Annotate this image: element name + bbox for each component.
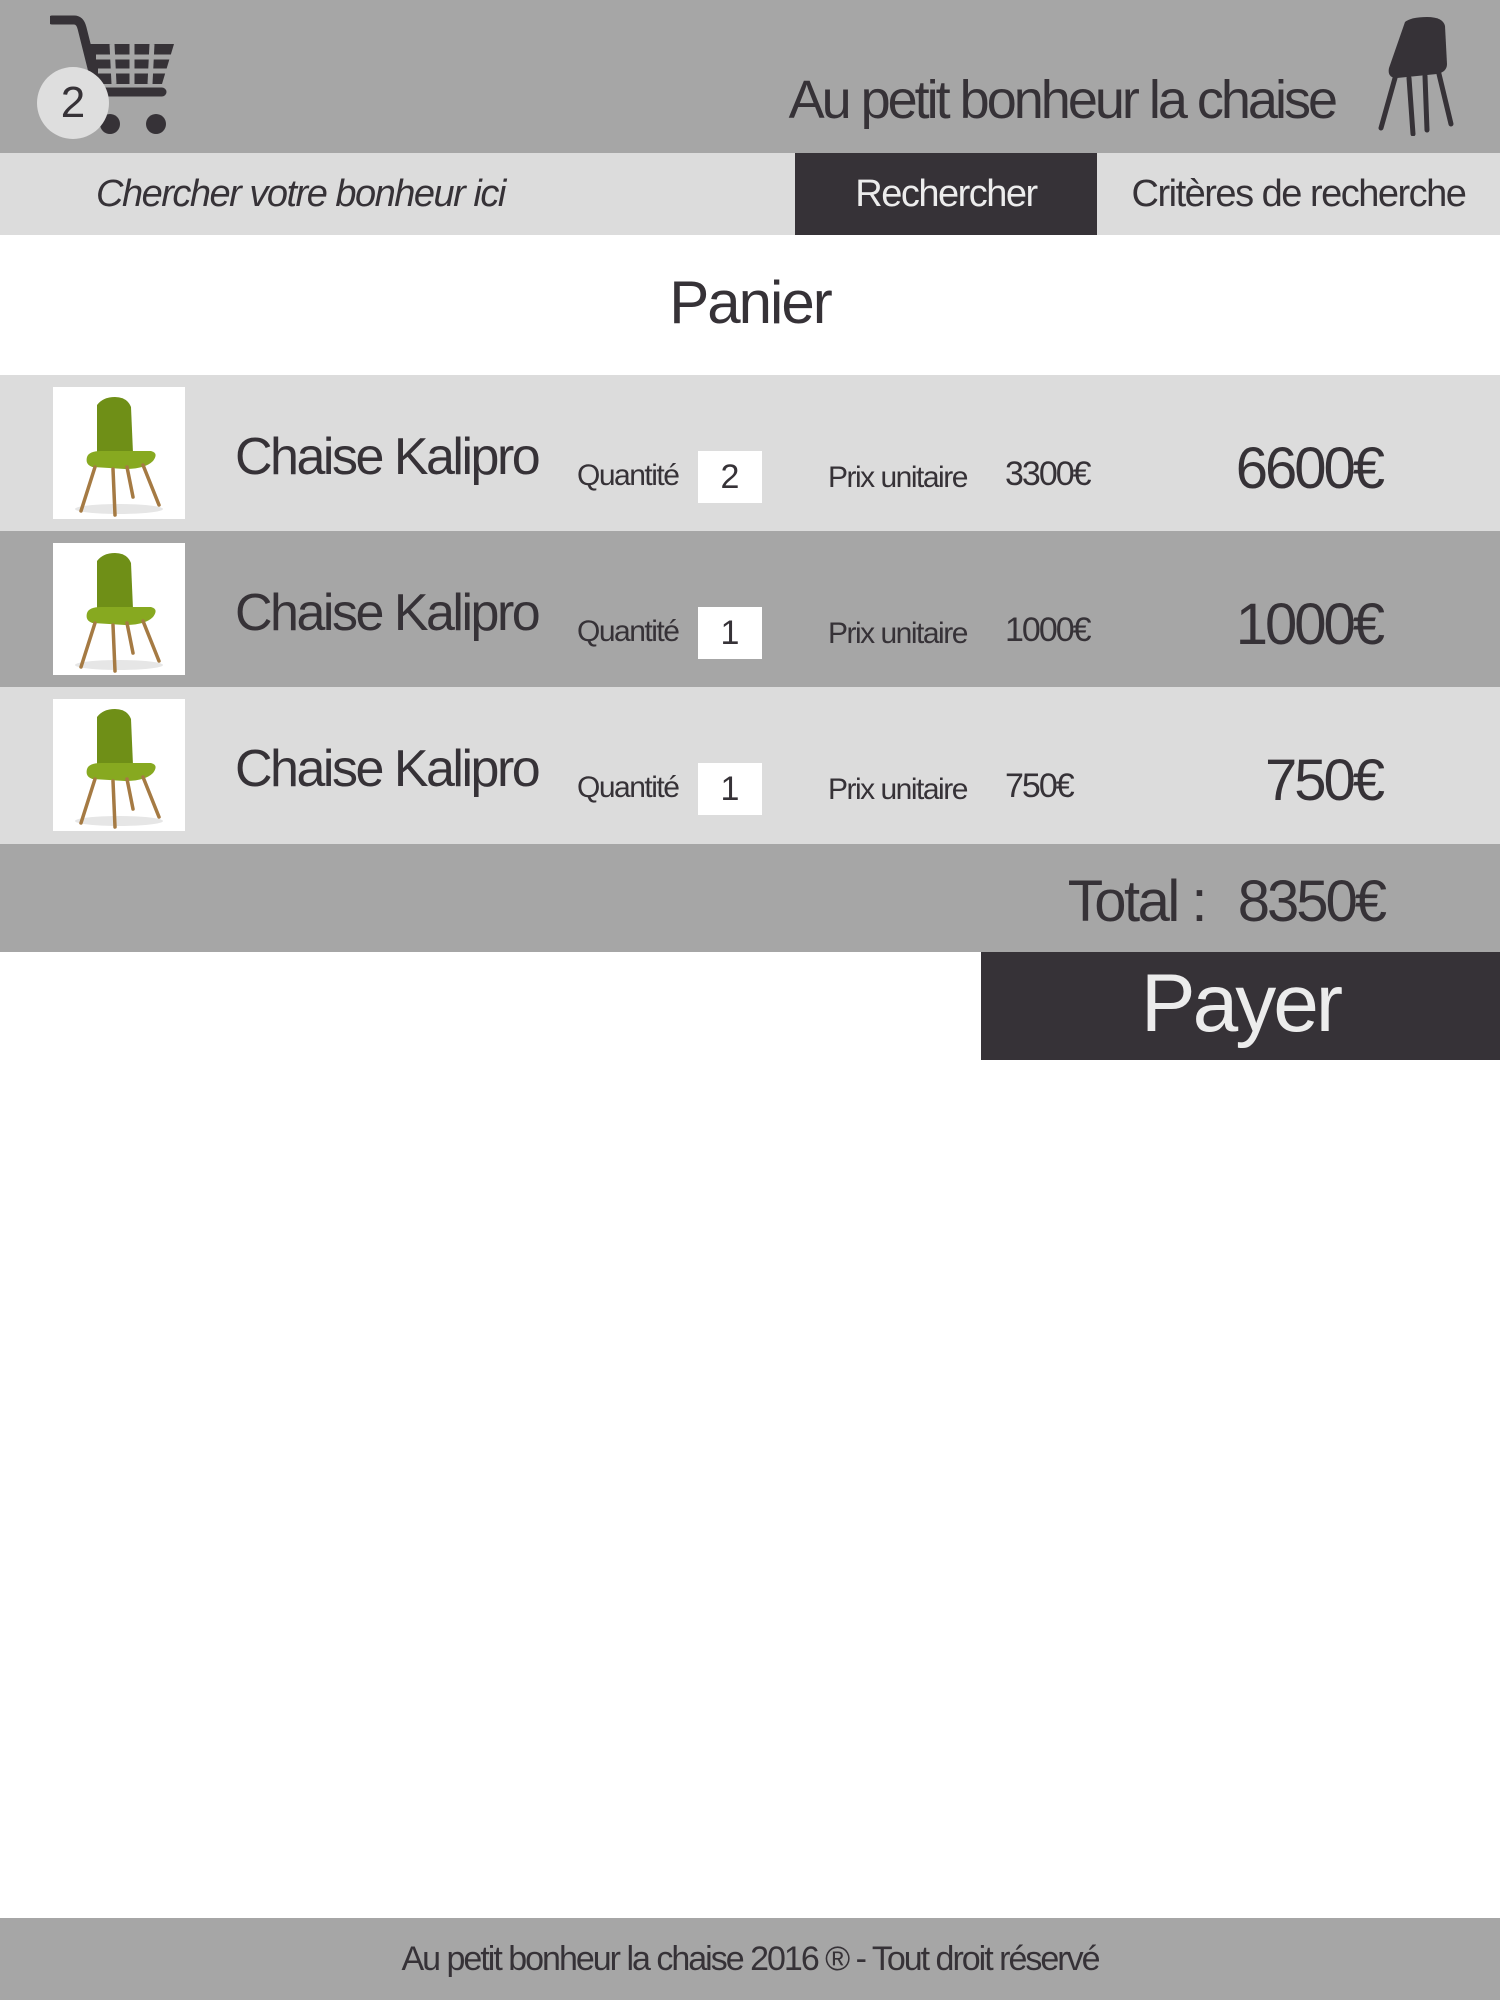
search-input[interactable] [0, 153, 795, 235]
footer-text: Au petit bonheur la chaise 2016 ® - Tout… [401, 1940, 1100, 1978]
unit-price-label: Prix unitaire [828, 773, 968, 806]
cart-count-badge: 2 [37, 67, 109, 139]
unit-price-label: Prix unitaire [828, 617, 968, 650]
chair-icon [1378, 17, 1454, 136]
product-image[interactable] [53, 543, 185, 675]
unit-price: 1000€ [1005, 611, 1092, 649]
search-button[interactable]: Rechercher [795, 153, 1097, 235]
cart-row: Chaise Kalipro Quantité Prix unitaire 75… [0, 687, 1500, 844]
quantity-input[interactable] [698, 763, 762, 815]
total-label: Total : [1067, 869, 1208, 934]
green-chair-icon [75, 397, 163, 517]
cart-button[interactable]: 2 [30, 14, 180, 139]
product-name[interactable]: Chaise Kalipro [235, 583, 541, 643]
product-name[interactable]: Chaise Kalipro [235, 427, 541, 487]
product-image[interactable] [53, 699, 185, 831]
green-chair-icon [75, 709, 163, 829]
site-footer: Au petit bonheur la chaise 2016 ® - Tout… [0, 1918, 1500, 2000]
quantity-input[interactable] [698, 607, 762, 659]
green-chair-icon [75, 553, 163, 673]
search-criteria-button[interactable]: Critères de recherche [1097, 153, 1500, 235]
quantity-label: Quantité [577, 459, 680, 492]
page-title: Panier [669, 269, 832, 336]
unit-price: 3300€ [1005, 455, 1092, 493]
quantity-label: Quantité [577, 771, 680, 804]
product-name[interactable]: Chaise Kalipro [235, 739, 541, 799]
quantity-input[interactable] [698, 451, 762, 503]
line-total: 1000€ [1235, 592, 1385, 657]
pay-button[interactable]: Payer [981, 952, 1500, 1060]
site-title[interactable]: Au petit bonheur la chaise [789, 70, 1338, 130]
cart-row: Chaise Kalipro Quantité Prix unitaire 10… [0, 531, 1500, 688]
search-bar: Rechercher Critères de recherche [0, 153, 1500, 235]
total-value: 8350€ [1237, 869, 1387, 934]
product-image[interactable] [53, 387, 185, 519]
site-header: 2 Au petit bonheur la chaise [0, 0, 1500, 153]
total-bar: Total : 8350€ [0, 844, 1500, 952]
line-total: 750€ [1264, 748, 1385, 813]
cart-row: Chaise Kalipro Quantité Prix unitaire 33… [0, 375, 1500, 532]
unit-price: 750€ [1005, 767, 1075, 805]
line-total: 6600€ [1235, 436, 1385, 501]
unit-price-label: Prix unitaire [828, 461, 968, 494]
quantity-label: Quantité [577, 615, 680, 648]
